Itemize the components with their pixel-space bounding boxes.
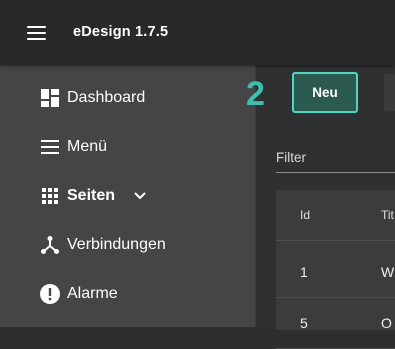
new-button[interactable]: Neu <box>292 72 358 113</box>
chevron-down-icon[interactable] <box>133 188 149 204</box>
filter-input[interactable]: Filter <box>276 148 395 173</box>
cell-id: 1 <box>300 264 308 280</box>
column-header-id[interactable]: Id <box>300 190 310 240</box>
top-app-bar: eDesign 1.7.5 <box>0 0 395 65</box>
table-row[interactable]: 1 W <box>276 247 395 298</box>
network-icon <box>39 234 61 256</box>
sidebar-item-pages[interactable]: Seiten <box>39 181 149 211</box>
column-header-title[interactable]: Tit <box>381 190 394 240</box>
sidebar-item-dashboard[interactable]: Dashboard <box>39 83 145 113</box>
cell-title: O <box>381 315 392 331</box>
sidebar-item-label: Seiten <box>67 187 116 204</box>
app-title: eDesign 1.7.5 <box>73 24 169 40</box>
sidebar-item-label: Alarme <box>67 285 118 302</box>
filter-label: Filter <box>276 150 306 165</box>
sidebar-item-label: Verbindungen <box>67 236 166 253</box>
table-header-row: Id Tit <box>276 190 395 241</box>
sidebar-item-menu[interactable]: Menü <box>39 132 107 162</box>
grid-icon <box>39 185 61 207</box>
step-number: 2 <box>246 75 265 113</box>
cell-id: 5 <box>300 315 308 331</box>
sidebar-item-label: Menü <box>67 138 108 155</box>
alert-icon <box>39 283 61 305</box>
menu-lines-icon <box>39 136 61 158</box>
cell-title: W <box>381 264 395 280</box>
sidebar-item-alarms[interactable]: Alarme <box>39 279 118 309</box>
hamburger-menu-icon[interactable] <box>27 25 47 41</box>
secondary-button[interactable] <box>384 74 395 111</box>
sidebar: Dashboard Menü Seiten Verbindungen Alarm… <box>0 65 256 327</box>
table-row[interactable]: 5 O <box>276 298 395 349</box>
dashboard-icon <box>39 87 61 109</box>
data-table: Id Tit 1 W 5 O <box>276 190 395 349</box>
sidebar-item-label: Dashboard <box>67 89 146 106</box>
sidebar-item-connections[interactable]: Verbindungen <box>39 230 166 260</box>
